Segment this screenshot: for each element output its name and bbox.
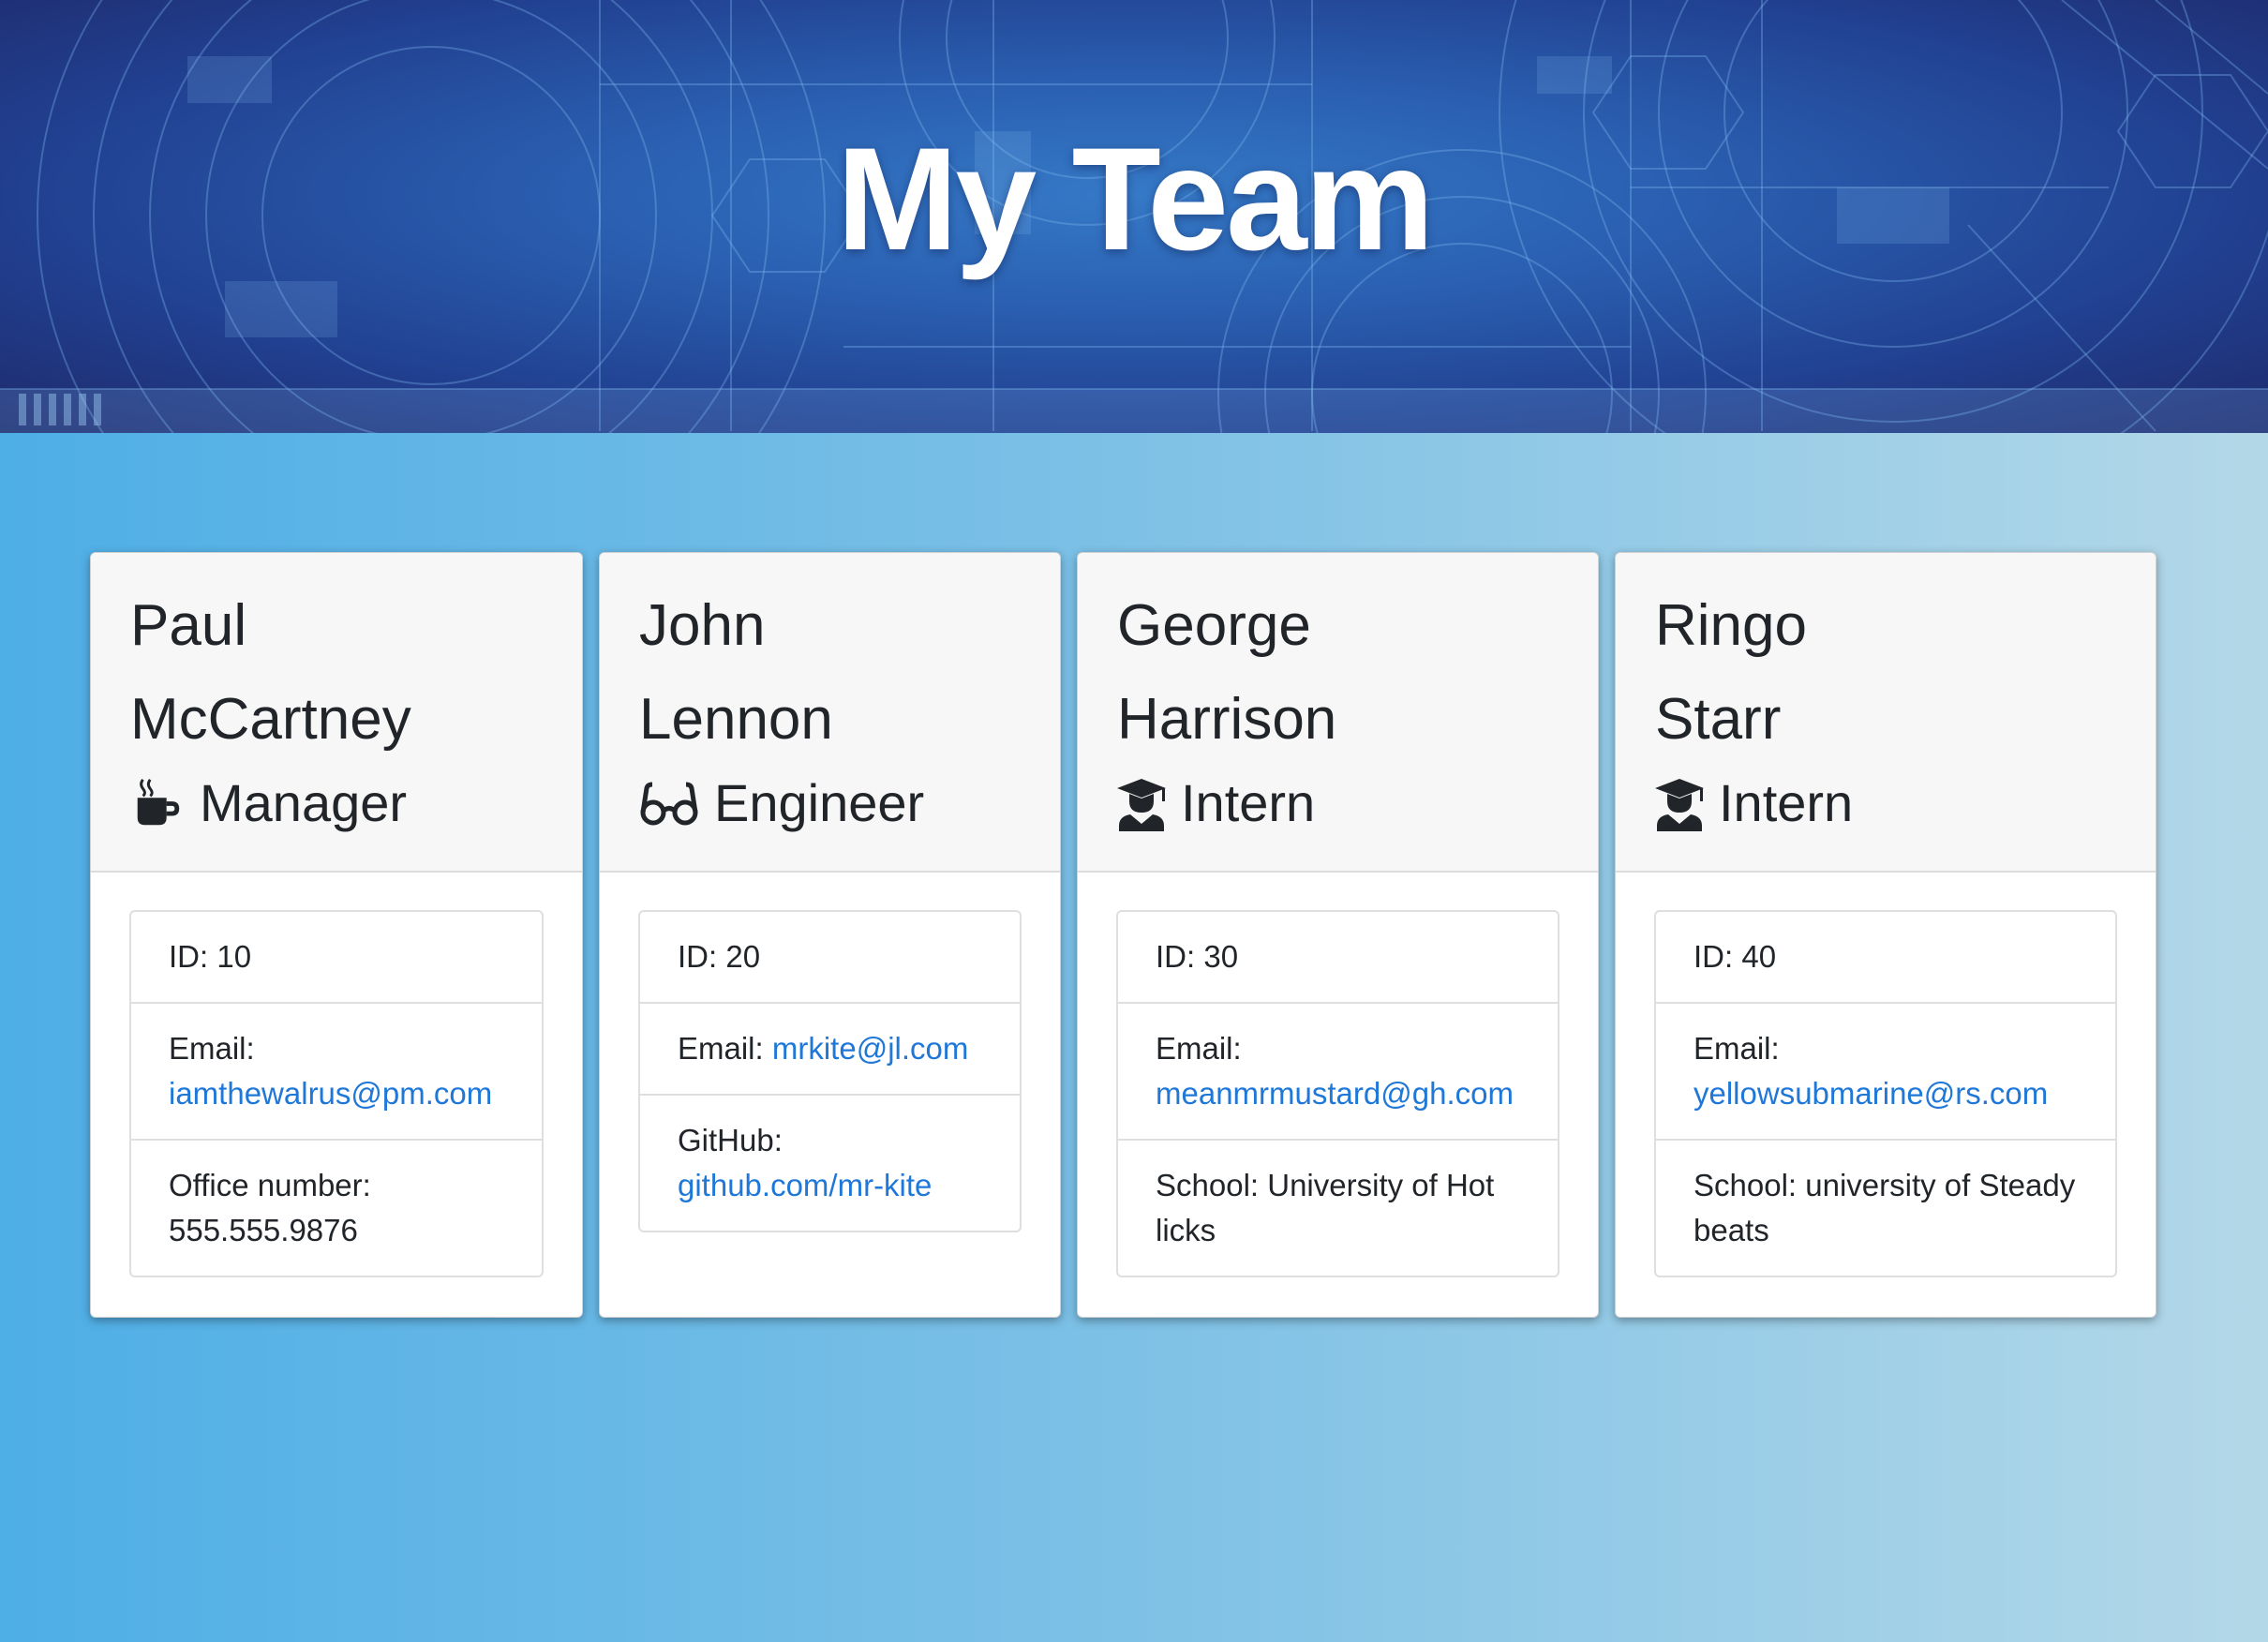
employee-first-name: Ringo: [1655, 593, 1807, 658]
card-header: John Lennon Engineer: [600, 553, 1060, 873]
office-number-label: Office number:: [169, 1168, 371, 1202]
details-list: ID: 20 Email: mrkite@jl.com GitHub: gith…: [638, 910, 1022, 1232]
email-label: Email:: [678, 1031, 764, 1066]
employee-card-engineer: John Lennon Engineer ID: 20 Email: mrkit…: [599, 552, 1061, 1318]
graduate-icon: [1117, 775, 1166, 831]
employee-role: Manager: [130, 761, 582, 845]
list-item-id: ID: 40: [1694, 939, 1777, 974]
employee-first-name: John: [639, 593, 766, 658]
email-label: Email:: [169, 1031, 255, 1066]
list-item-school: School: university of Steady beats: [1656, 1139, 2115, 1276]
employee-first-name: Paul: [130, 593, 247, 658]
employee-card-intern: George Harrison Intern ID: 30 Email: mea…: [1077, 552, 1599, 1318]
school-label: School:: [1156, 1168, 1260, 1202]
card-body: ID: 10 Email: iamthewalrus@pm.com Office…: [91, 873, 582, 1277]
details-list: ID: 10 Email: iamthewalrus@pm.com Office…: [129, 910, 544, 1277]
list-item-github: GitHub: github.com/mr-kite: [640, 1094, 1020, 1231]
email-link[interactable]: iamthewalrus@pm.com: [169, 1076, 492, 1111]
graduate-icon: [1655, 775, 1704, 831]
page-title: My Team: [836, 118, 1435, 281]
email-link[interactable]: mrkite@jl.com: [772, 1031, 969, 1066]
role-label: Intern: [1181, 773, 1316, 832]
list-item-id: ID: 10: [169, 939, 252, 974]
employee-last-name: Starr: [1655, 687, 1782, 752]
github-link[interactable]: github.com/mr-kite: [678, 1168, 932, 1202]
role-label: Engineer: [714, 773, 925, 832]
email-label: Email:: [1156, 1031, 1242, 1066]
email-label: Email:: [1694, 1031, 1780, 1066]
header-banner: My Team: [0, 0, 2268, 433]
list-item-email: Email: meanmrmustard@gh.com: [1118, 1002, 1558, 1139]
employee-last-name: Harrison: [1117, 687, 1337, 752]
glasses-icon: [639, 775, 699, 831]
role-label: Intern: [1719, 773, 1854, 832]
email-link[interactable]: meanmrmustard@gh.com: [1156, 1076, 1514, 1111]
github-label: GitHub:: [678, 1123, 783, 1157]
list-item-school: School: University of Hot licks: [1118, 1139, 1558, 1276]
employee-role: Intern: [1655, 761, 2156, 845]
list-item-email: Email: iamthewalrus@pm.com: [131, 1002, 542, 1139]
card-body: ID: 30 Email: meanmrmustard@gh.com Schoo…: [1078, 873, 1598, 1277]
list-item-office-number: Office number: 555.555.9876: [131, 1139, 542, 1276]
card-body: ID: 40 Email: yellowsubmarine@rs.com Sch…: [1616, 873, 2156, 1277]
card-header: Ringo Starr Intern: [1616, 553, 2156, 873]
email-link[interactable]: yellowsubmarine@rs.com: [1694, 1076, 2048, 1111]
card-body: ID: 20 Email: mrkite@jl.com GitHub: gith…: [600, 873, 1060, 1232]
card-header: Paul McCartney Manager: [91, 553, 582, 873]
card-header: George Harrison Intern: [1078, 553, 1598, 873]
role-label: Manager: [200, 773, 408, 832]
employee-last-name: McCartney: [130, 687, 411, 752]
details-list: ID: 40 Email: yellowsubmarine@rs.com Sch…: [1654, 910, 2117, 1277]
employee-first-name: George: [1117, 593, 1311, 658]
employee-last-name: Lennon: [639, 687, 833, 752]
details-list: ID: 30 Email: meanmrmustard@gh.com Schoo…: [1116, 910, 1559, 1277]
coffee-icon: [130, 775, 185, 831]
list-item-id: ID: 20: [678, 939, 761, 974]
employee-card-manager: Paul McCartney Manager ID: 10 Email: iam…: [90, 552, 583, 1318]
school-label: School:: [1694, 1168, 1798, 1202]
list-item-email: Email: yellowsubmarine@rs.com: [1656, 1002, 2115, 1139]
list-item-id: ID: 30: [1156, 939, 1239, 974]
office-number-value: 555.555.9876: [169, 1213, 358, 1247]
employee-role: Engineer: [639, 761, 1060, 845]
list-item-email: Email: mrkite@jl.com: [640, 1002, 1020, 1094]
employee-card-intern: Ringo Starr Intern ID: 40 Email: yellows…: [1615, 552, 2156, 1318]
employee-role: Intern: [1117, 761, 1598, 845]
